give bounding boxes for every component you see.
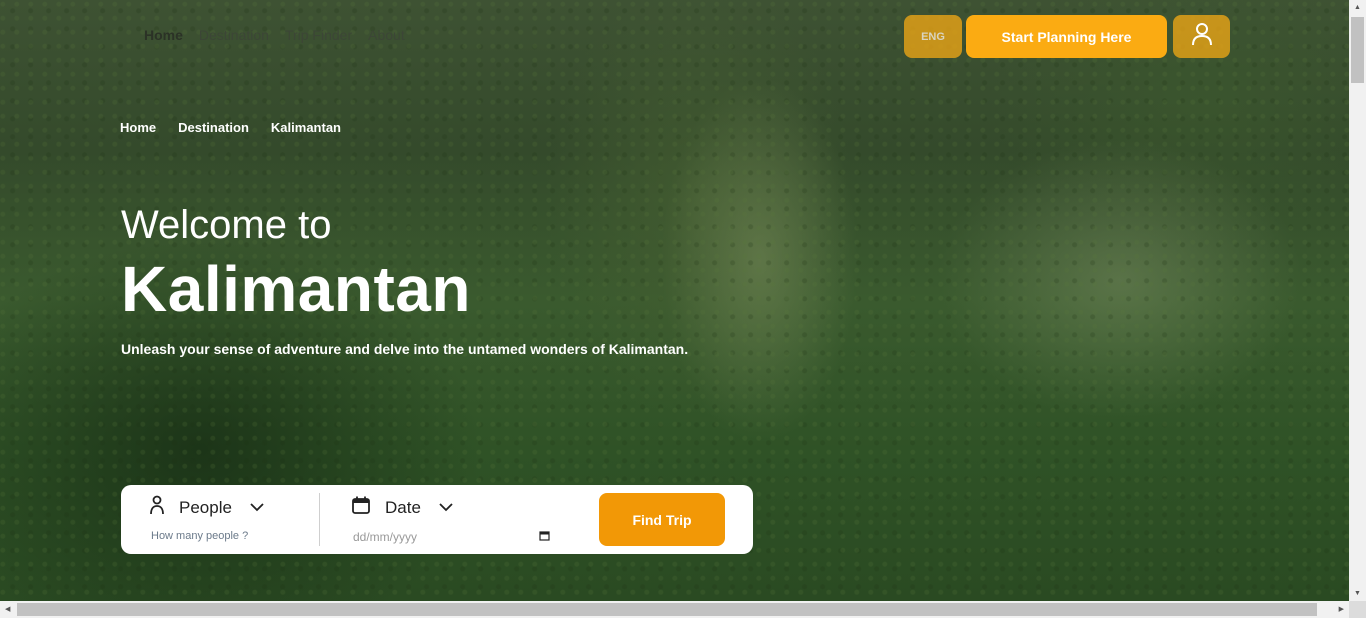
nav-item-home[interactable]: Home bbox=[144, 27, 183, 43]
vertical-scrollbar[interactable]: ▲ ▼ bbox=[1349, 0, 1366, 601]
horizontal-scroll-thumb[interactable] bbox=[17, 603, 1317, 616]
breadcrumb-destination[interactable]: Destination bbox=[178, 120, 249, 135]
date-input[interactable]: dd/mm/yyyy bbox=[353, 530, 417, 544]
people-field[interactable]: People How many people ? bbox=[149, 495, 264, 542]
nav-item-about[interactable]: About bbox=[368, 27, 405, 43]
page-title: Kalimantan bbox=[121, 253, 471, 325]
scroll-up-icon[interactable]: ▲ bbox=[1354, 4, 1361, 11]
people-input[interactable]: How many people ? bbox=[151, 530, 264, 542]
calendar-icon bbox=[351, 495, 371, 520]
main-nav: Home Destination Trip Finder About bbox=[144, 27, 405, 43]
find-trip-button[interactable]: Find Trip bbox=[599, 493, 725, 546]
header-actions: ENG Start Planning Here bbox=[904, 15, 1230, 58]
calendar-picker-icon[interactable] bbox=[539, 530, 550, 544]
chevron-down-icon[interactable] bbox=[250, 499, 264, 517]
scroll-down-icon[interactable]: ▼ bbox=[1354, 590, 1361, 597]
scroll-left-icon[interactable]: ◀ bbox=[5, 605, 10, 613]
profile-button[interactable] bbox=[1173, 15, 1230, 58]
person-icon bbox=[149, 495, 165, 520]
hero-welcome: Welcome to bbox=[121, 203, 332, 247]
nav-item-destination[interactable]: Destination bbox=[199, 27, 269, 43]
user-icon bbox=[1191, 21, 1213, 52]
scroll-right-icon[interactable]: ▶ bbox=[1339, 605, 1344, 613]
breadcrumb: Home Destination Kalimantan bbox=[120, 120, 341, 135]
horizontal-scrollbar[interactable]: ◀ ▶ bbox=[0, 601, 1349, 618]
date-field[interactable]: Date dd/mm/yyyy bbox=[351, 495, 550, 544]
hero-tagline: Unleash your sense of adventure and delv… bbox=[121, 341, 689, 357]
start-planning-button[interactable]: Start Planning Here bbox=[966, 15, 1167, 58]
vertical-scroll-thumb[interactable] bbox=[1351, 17, 1364, 83]
people-label: People bbox=[179, 497, 232, 517]
date-label: Date bbox=[385, 497, 421, 517]
trip-search-bar: People How many people ? Date dd/mm/yyyy… bbox=[121, 485, 753, 554]
language-button[interactable]: ENG bbox=[904, 15, 962, 58]
nav-item-trip-finder[interactable]: Trip Finder bbox=[285, 27, 352, 43]
breadcrumb-home[interactable]: Home bbox=[120, 120, 156, 135]
chevron-down-icon[interactable] bbox=[439, 499, 453, 517]
field-divider bbox=[319, 493, 320, 546]
breadcrumb-current: Kalimantan bbox=[270, 120, 341, 135]
scrollbar-corner bbox=[1349, 601, 1366, 618]
